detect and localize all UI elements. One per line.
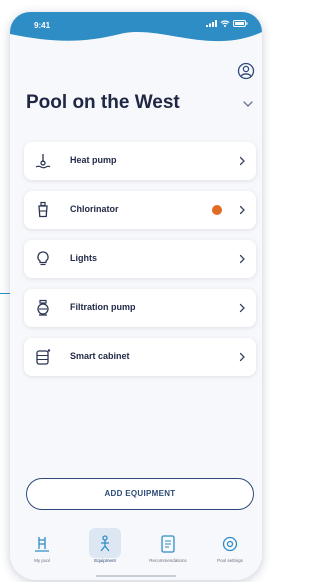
equipment-item-label: Smart cabinet bbox=[70, 351, 130, 361]
equipment-list: Heat pump Chlorinator Lights Filtration … bbox=[24, 142, 256, 387]
equipment-item-label: Filtration pump bbox=[70, 302, 136, 312]
recommendations-icon bbox=[161, 535, 175, 553]
chevron-right-icon bbox=[239, 254, 245, 264]
equipment-item-label: Chlorinator bbox=[70, 204, 119, 214]
battery-icon bbox=[233, 20, 248, 27]
chlorinator-icon bbox=[38, 201, 48, 218]
chevron-right-icon bbox=[239, 205, 245, 215]
pool-name-title[interactable]: Pool on the West bbox=[26, 92, 180, 114]
home-indicator bbox=[96, 575, 176, 577]
wifi-icon bbox=[220, 20, 230, 27]
heat-pump-icon bbox=[35, 154, 51, 169]
chevron-down-icon[interactable] bbox=[242, 98, 254, 110]
filtration-pump-icon bbox=[37, 299, 49, 316]
tab-my-pool[interactable]: My pool bbox=[12, 530, 72, 574]
status-icons bbox=[206, 20, 248, 27]
tab-label: Equipment bbox=[94, 558, 116, 563]
tab-recommendations[interactable]: Recommendations bbox=[138, 530, 198, 574]
equipment-item-label: Lights bbox=[70, 253, 97, 263]
tab-label: Pool settings bbox=[217, 558, 243, 563]
equipment-item-lights[interactable]: Lights bbox=[24, 240, 256, 278]
tab-equipment[interactable]: Equipment bbox=[75, 528, 135, 574]
tab-pool-settings[interactable]: Pool settings bbox=[200, 530, 260, 574]
page: 9:41 Pool on the West Heat pump Chlorina… bbox=[0, 0, 270, 582]
status-time: 9:41 bbox=[34, 21, 51, 30]
equipment-icon bbox=[100, 535, 110, 552]
tab-label: Recommendations bbox=[149, 558, 187, 563]
chevron-right-icon bbox=[239, 303, 245, 313]
equipment-item-filtration-pump[interactable]: Filtration pump bbox=[24, 289, 256, 327]
add-equipment-button[interactable]: ADD EQUIPMENT bbox=[26, 478, 254, 510]
equipment-item-label: Heat pump bbox=[70, 155, 117, 165]
user-circle-icon[interactable] bbox=[237, 62, 255, 80]
bottom-tab-bar: My pool Equipment Recommendations Pool s… bbox=[10, 522, 262, 580]
chevron-right-icon bbox=[239, 156, 245, 166]
equipment-item-chlorinator[interactable]: Chlorinator bbox=[24, 191, 256, 229]
equipment-item-heat-pump[interactable]: Heat pump bbox=[24, 142, 256, 180]
status-alert-dot bbox=[212, 205, 222, 215]
smart-cabinet-icon bbox=[36, 349, 51, 365]
signal-icon bbox=[206, 20, 217, 27]
pool-ladder-icon bbox=[35, 537, 49, 552]
lightbulb-icon bbox=[37, 251, 49, 266]
chevron-right-icon bbox=[239, 352, 245, 362]
equipment-item-smart-cabinet[interactable]: Smart cabinet bbox=[24, 338, 256, 376]
settings-icon bbox=[222, 536, 238, 552]
phone-screen: 9:41 Pool on the West Heat pump Chlorina… bbox=[10, 12, 262, 580]
tab-label: My pool bbox=[34, 558, 50, 563]
